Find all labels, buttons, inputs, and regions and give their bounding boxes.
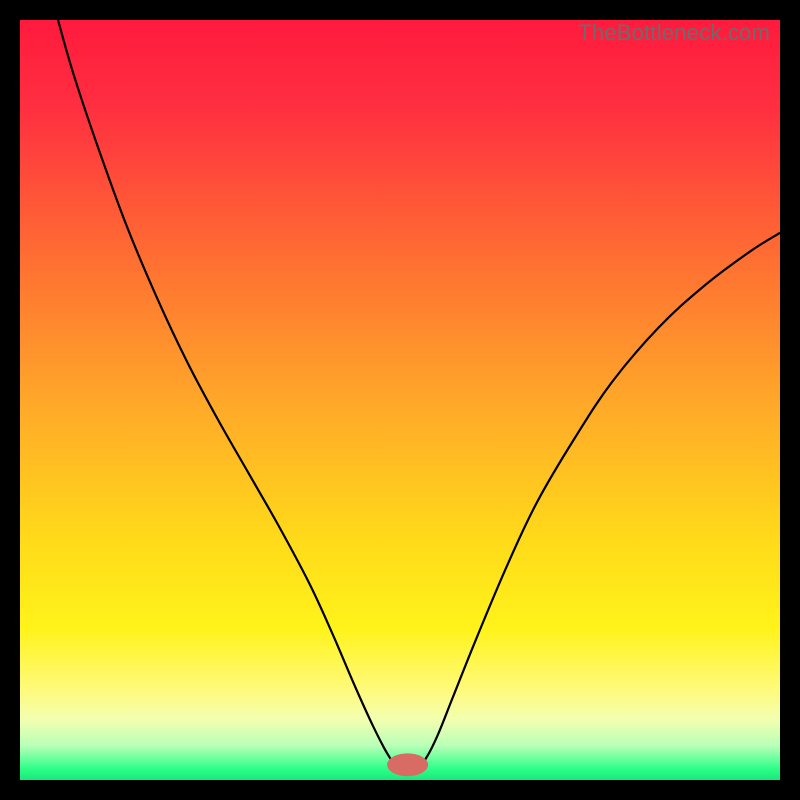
watermark-text: TheBottleneck.com <box>578 20 770 46</box>
chart-background <box>20 20 780 780</box>
optimum-marker <box>387 753 428 776</box>
chart-svg <box>20 20 780 780</box>
chart-frame: TheBottleneck.com <box>20 20 780 780</box>
